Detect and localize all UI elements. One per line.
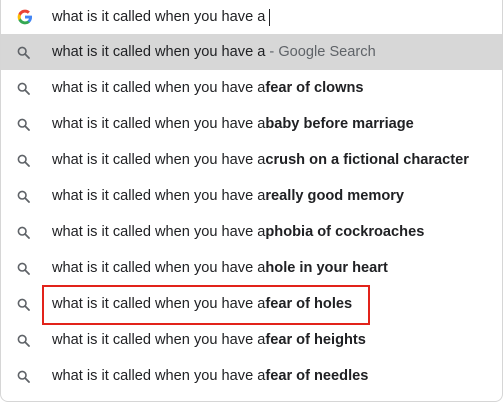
suggestion-text: what is it called when you have a fear o…	[52, 322, 366, 358]
suggestion-completion: fear of needles	[265, 368, 369, 384]
search-icon	[17, 370, 30, 383]
search-icon	[17, 226, 30, 239]
suggestion-text: what is it called when you have a fear o…	[52, 358, 368, 394]
suggestion-item[interactable]: what is it called when you have a fear o…	[1, 358, 502, 394]
suggestion-item[interactable]: what is it called when you have a fear o…	[1, 322, 502, 358]
google-g-icon	[15, 7, 35, 27]
search-icon	[17, 82, 30, 95]
suggestion-completion: hole in your heart	[265, 260, 388, 276]
suggestion-list: what is it called when you have a fear o…	[1, 70, 502, 394]
search-icon	[17, 190, 30, 203]
suggestion-text: what is it called when you have a fear o…	[52, 70, 363, 106]
suggestion-item[interactable]: what is it called when you have a baby b…	[1, 106, 502, 142]
search-input-value: what is it called when you have a	[52, 9, 266, 25]
search-icon	[17, 334, 30, 347]
suggestion-text: what is it called when you have a phobia…	[52, 214, 424, 250]
suggestion-item[interactable]: what is it called when you have a hole i…	[1, 250, 502, 286]
suggestion-item[interactable]: what is it called when you have a really…	[1, 178, 502, 214]
suggestion-prefix: what is it called when you have a	[52, 260, 266, 276]
suggestion-prefix: what is it called when you have a	[52, 296, 266, 312]
suggestion-completion: really good memory	[265, 188, 405, 204]
text-caret	[269, 8, 271, 26]
search-input[interactable]: what is it called when you have a	[52, 0, 271, 34]
suggestion-completion: fear of clowns	[265, 80, 364, 96]
suggestion-item[interactable]: what is it called when you have a crush …	[1, 142, 502, 178]
search-icon	[17, 154, 30, 167]
suggestion-google-search[interactable]: what is it called when you have a - Goog…	[1, 34, 502, 70]
suggestion-text: what is it called when you have a really…	[52, 178, 404, 214]
suggestion-text: what is it called when you have a - Goog…	[52, 34, 376, 70]
suggestion-prefix: what is it called when you have a	[52, 152, 266, 168]
suggestion-completion: baby before marriage	[265, 116, 414, 132]
suggestion-prefix: what is it called when you have a	[52, 188, 266, 204]
suggestion-completion: fear of heights	[265, 332, 366, 348]
suggestion-completion: fear of holes	[265, 296, 353, 312]
suggestion-prefix: what is it called when you have a	[52, 80, 266, 96]
suggestion-suffix: - Google Search	[265, 44, 376, 60]
suggestion-text: what is it called when you have a hole i…	[52, 250, 388, 286]
suggestion-prefix: what is it called when you have a	[52, 368, 266, 384]
autocomplete-dropdown: what is it called when you have a what i…	[0, 0, 503, 402]
suggestion-item[interactable]: what is it called when you have a phobia…	[1, 214, 502, 250]
search-icon	[17, 46, 30, 59]
suggestion-prefix: what is it called when you have a	[52, 44, 266, 60]
suggestion-completion: crush on a fictional character	[265, 152, 469, 168]
suggestion-completion: phobia of cockroaches	[265, 224, 425, 240]
suggestion-item[interactable]: what is it called when you have a fear o…	[1, 286, 502, 322]
search-icon	[17, 118, 30, 131]
suggestion-text: what is it called when you have a fear o…	[52, 286, 352, 322]
suggestion-prefix: what is it called when you have a	[52, 224, 266, 240]
suggestion-text: what is it called when you have a baby b…	[52, 106, 414, 142]
suggestion-text: what is it called when you have a crush …	[52, 142, 469, 178]
suggestion-prefix: what is it called when you have a	[52, 116, 266, 132]
search-icon	[17, 298, 30, 311]
suggestion-prefix: what is it called when you have a	[52, 332, 266, 348]
search-input-row[interactable]: what is it called when you have a	[1, 0, 502, 34]
search-icon	[17, 262, 30, 275]
suggestion-item[interactable]: what is it called when you have a fear o…	[1, 70, 502, 106]
